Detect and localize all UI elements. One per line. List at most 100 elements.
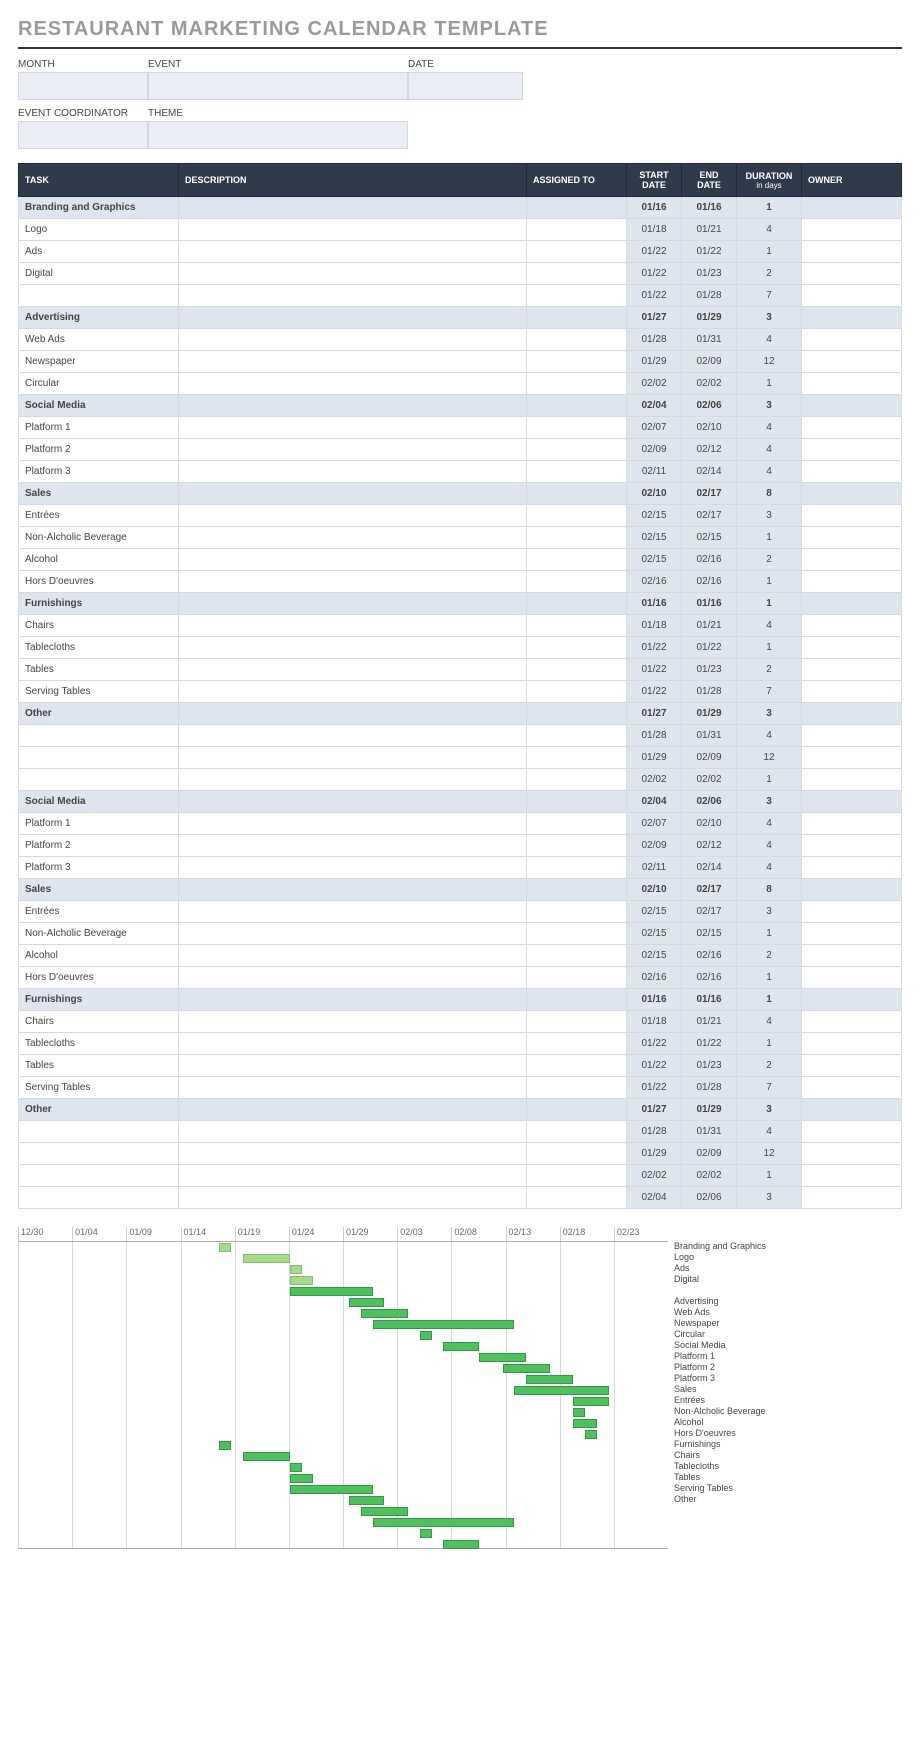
gantt-bar xyxy=(349,1298,384,1307)
gantt-label xyxy=(674,1285,902,1296)
table-row: Digital01/2201/232 xyxy=(19,263,902,285)
gantt-tick: 12/30 xyxy=(18,1227,72,1241)
gantt-row xyxy=(18,1484,668,1495)
col-end: END DATE xyxy=(682,164,737,197)
table-row: Serving Tables01/2201/287 xyxy=(19,681,902,703)
gantt-row xyxy=(18,1506,668,1517)
gantt-row xyxy=(18,1374,668,1385)
gantt-bar xyxy=(573,1397,608,1406)
gantt-label: Advertising xyxy=(674,1296,902,1307)
gantt-tick: 01/04 xyxy=(72,1227,126,1241)
gantt-row xyxy=(18,1407,668,1418)
gantt-row xyxy=(18,1275,668,1286)
gantt-label: Social Media xyxy=(674,1340,902,1351)
task-table: TASK DESCRIPTION ASSIGNED TO START DATE … xyxy=(18,163,902,1209)
gantt-row xyxy=(18,1462,668,1473)
gantt-bar xyxy=(443,1342,478,1351)
table-row: 01/2902/0912 xyxy=(19,747,902,769)
gantt-row xyxy=(18,1495,668,1506)
gantt-row xyxy=(18,1517,668,1528)
coord-input[interactable] xyxy=(18,121,148,149)
table-row: 02/0202/021 xyxy=(19,769,902,791)
table-row: 01/2801/314 xyxy=(19,725,902,747)
gantt-row xyxy=(18,1253,668,1264)
theme-input[interactable] xyxy=(148,121,408,149)
col-assigned: ASSIGNED TO xyxy=(527,164,627,197)
gantt-row xyxy=(18,1297,668,1308)
table-row: 01/2801/314 xyxy=(19,1121,902,1143)
gantt-bar xyxy=(373,1320,515,1329)
theme-label: THEME xyxy=(148,108,408,119)
gantt-label: Platform 1 xyxy=(674,1351,902,1362)
table-row: Tablecloths01/2201/221 xyxy=(19,637,902,659)
gantt-label: Tables xyxy=(674,1472,902,1483)
table-row: 02/0402/063 xyxy=(19,1187,902,1209)
gantt-row xyxy=(18,1319,668,1330)
col-task: TASK xyxy=(19,164,179,197)
gantt-bar xyxy=(290,1287,373,1296)
gantt-label: Hors D'oeuvres xyxy=(674,1428,902,1439)
table-row: 02/0202/021 xyxy=(19,1165,902,1187)
table-row: Non-Alcholic Beverage02/1502/151 xyxy=(19,527,902,549)
gantt-label xyxy=(674,1527,902,1538)
gantt-tick: 01/29 xyxy=(343,1227,397,1241)
gantt-chart: 12/3001/0401/0901/1401/1901/2401/2902/03… xyxy=(18,1227,902,1549)
gantt-label xyxy=(674,1516,902,1527)
table-row: Circular02/0202/021 xyxy=(19,373,902,395)
col-owner: OWNER xyxy=(802,164,902,197)
gantt-tick: 02/18 xyxy=(560,1227,614,1241)
month-label: MONTH xyxy=(18,59,148,70)
table-row: Tables01/2201/232 xyxy=(19,659,902,681)
table-row: Web Ads01/2801/314 xyxy=(19,329,902,351)
gantt-bar xyxy=(373,1518,515,1527)
col-description: DESCRIPTION xyxy=(179,164,527,197)
gantt-label: Sales xyxy=(674,1384,902,1395)
col-start: START DATE xyxy=(627,164,682,197)
gantt-row xyxy=(18,1264,668,1275)
gantt-row xyxy=(18,1539,668,1550)
event-input[interactable] xyxy=(148,72,408,100)
gantt-bar xyxy=(219,1243,231,1252)
table-row: Entrées02/1502/173 xyxy=(19,901,902,923)
gantt-bar xyxy=(290,1265,302,1274)
table-row: Logo01/1801/214 xyxy=(19,219,902,241)
gantt-row xyxy=(18,1242,668,1253)
gantt-bar xyxy=(290,1276,314,1285)
gantt-label xyxy=(674,1538,902,1549)
gantt-bar xyxy=(243,1254,290,1263)
table-row: 01/2201/287 xyxy=(19,285,902,307)
event-label: EVENT xyxy=(148,59,408,70)
gantt-bar xyxy=(361,1507,408,1516)
table-row: Serving Tables01/2201/287 xyxy=(19,1077,902,1099)
table-row: Advertising01/2701/293 xyxy=(19,307,902,329)
table-row: Furnishings01/1601/161 xyxy=(19,593,902,615)
gantt-row xyxy=(18,1352,668,1363)
table-row: Alcohol02/1502/162 xyxy=(19,549,902,571)
coord-label: EVENT COORDINATOR xyxy=(18,108,148,119)
gantt-label: Ads xyxy=(674,1263,902,1274)
gantt-label: Chairs xyxy=(674,1450,902,1461)
gantt-label: Furnishings xyxy=(674,1439,902,1450)
month-input[interactable] xyxy=(18,72,148,100)
gantt-label: Platform 3 xyxy=(674,1373,902,1384)
table-row: Platform 302/1102/144 xyxy=(19,857,902,879)
table-row: Social Media02/0402/063 xyxy=(19,395,902,417)
gantt-row xyxy=(18,1363,668,1374)
table-row: Tablecloths01/2201/221 xyxy=(19,1033,902,1055)
table-row: Hors D'oeuvres02/1602/161 xyxy=(19,571,902,593)
gantt-bar xyxy=(479,1353,526,1362)
gantt-label: Non-Alcholic Beverage xyxy=(674,1406,902,1417)
gantt-tick: 02/03 xyxy=(397,1227,451,1241)
gantt-bar xyxy=(503,1364,550,1373)
gantt-tick: 02/23 xyxy=(614,1227,668,1241)
gantt-tick: 01/09 xyxy=(126,1227,180,1241)
table-row: Alcohol02/1502/162 xyxy=(19,945,902,967)
gantt-bar xyxy=(514,1386,609,1395)
gantt-label: Web Ads xyxy=(674,1307,902,1318)
gantt-tick: 01/19 xyxy=(235,1227,289,1241)
date-input[interactable] xyxy=(408,72,523,100)
gantt-row xyxy=(18,1473,668,1484)
gantt-row xyxy=(18,1286,668,1297)
gantt-row xyxy=(18,1396,668,1407)
gantt-row xyxy=(18,1528,668,1539)
